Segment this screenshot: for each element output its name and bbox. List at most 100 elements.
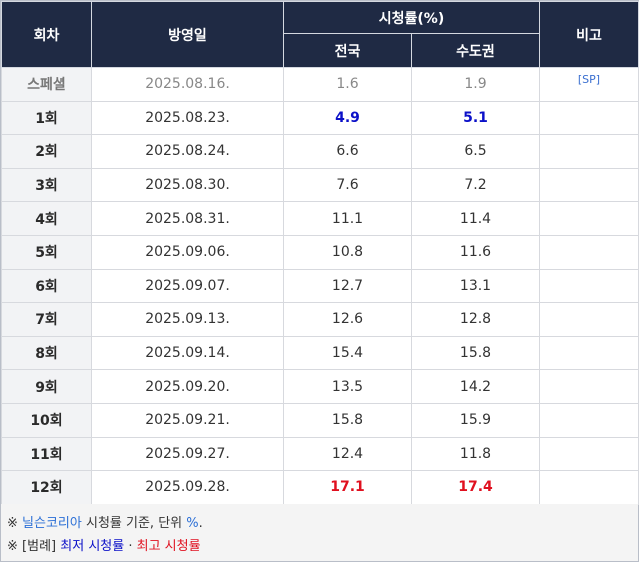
- note-cell: [539, 335, 639, 371]
- air-date-cell: 2025.09.20.: [91, 369, 284, 404]
- legend-label: [범례]: [22, 539, 57, 554]
- nationwide-rating-cell: 13.5: [283, 369, 412, 404]
- nationwide-rating-cell: 11.1: [283, 201, 412, 236]
- table-footer: ※ 닐슨코리아 시청률 기준, 단위 %. ※ [범례] 최저 시청률 · 최고…: [1, 504, 638, 561]
- note-cell: [539, 302, 639, 337]
- capital-rating-cell: 1.9: [411, 67, 540, 102]
- note-cell: [539, 134, 639, 169]
- air-date-cell: 2025.09.06.: [91, 234, 284, 270]
- nationwide-rating-cell: 1.6: [283, 67, 412, 102]
- note-cell: [539, 402, 639, 438]
- special-badge[interactable]: [SP]: [578, 73, 600, 86]
- air-date-cell: 2025.09.07.: [91, 268, 284, 304]
- episode-cell: 9회: [1, 369, 92, 404]
- source-text: 시청률 기준, 단위: [81, 516, 187, 531]
- episode-cell: 3회: [1, 167, 92, 203]
- note-cell: [539, 100, 639, 136]
- table-row: 5회 2025.09.06. 10.8 11.6: [1, 234, 639, 270]
- nationwide-rating-cell: 12.6: [283, 302, 412, 337]
- capital-rating-cell: 15.9: [411, 402, 540, 438]
- capital-rating-cell: 12.8: [411, 302, 540, 337]
- nationwide-rating-cell: 6.6: [283, 134, 412, 169]
- capital-rating-cell: 17.4: [411, 470, 540, 505]
- air-date-cell: 2025.09.28.: [91, 470, 284, 505]
- legend-mark: ※: [7, 539, 18, 554]
- legend-note: ※ [범례] 최저 시청률 · 최고 시청률: [7, 535, 201, 554]
- air-date-cell: 2025.08.30.: [91, 167, 284, 203]
- air-date-cell: 2025.09.13.: [91, 302, 284, 337]
- capital-rating-cell: 11.8: [411, 436, 540, 472]
- episode-cell: 5회: [1, 234, 92, 270]
- air-date-cell: 2025.09.14.: [91, 335, 284, 371]
- capital-rating-cell: 13.1: [411, 268, 540, 304]
- note-cell: [539, 436, 639, 472]
- nationwide-rating-cell: 4.9: [283, 100, 412, 136]
- episode-cell: 12회: [1, 470, 92, 505]
- nationwide-rating-cell: 15.8: [283, 402, 412, 438]
- table-row: 12회 2025.09.28. 17.1 17.4: [1, 470, 639, 505]
- nationwide-rating-cell: 12.4: [283, 436, 412, 472]
- table-row: 스페셜 2025.08.16. 1.6 1.9 [SP]: [1, 67, 639, 102]
- source-note: ※ 닐슨코리아 시청률 기준, 단위 %.: [7, 512, 203, 531]
- ratings-panel: 회차 방영일 시청률(%) 비고 전국 수도권 스페셜 2025.08.16. 1.…: [0, 0, 639, 562]
- air-date-cell: 2025.09.21.: [91, 402, 284, 438]
- unit-end: .: [198, 516, 203, 531]
- nationwide-rating-cell: 10.8: [283, 234, 412, 270]
- legend-separator: ·: [128, 539, 133, 554]
- note-cell: [539, 369, 639, 404]
- note-cell: [539, 167, 639, 203]
- table-row: 7회 2025.09.13. 12.6 12.8: [1, 302, 639, 337]
- episode-cell: 4회: [1, 201, 92, 236]
- air-date-cell: 2025.08.24.: [91, 134, 284, 169]
- header-nationwide: 전국: [283, 33, 412, 68]
- capital-rating-cell: 5.1: [411, 100, 540, 136]
- air-date-cell: 2025.08.23.: [91, 100, 284, 136]
- capital-rating-cell: 6.5: [411, 134, 540, 169]
- episode-cell: 스페셜: [1, 67, 92, 102]
- header-capital: 수도권: [411, 33, 540, 68]
- episode-cell: 6회: [1, 268, 92, 304]
- ratings-table: 회차 방영일 시청률(%) 비고 전국 수도권 스페셜 2025.08.16. 1.…: [1, 1, 639, 505]
- table-row: 6회 2025.09.07. 12.7 13.1: [1, 268, 639, 304]
- note-cell: [539, 470, 639, 505]
- capital-rating-cell: 11.4: [411, 201, 540, 236]
- header-note: 비고: [539, 1, 639, 68]
- header-episode: 회차: [1, 1, 92, 68]
- note-cell: [539, 234, 639, 270]
- note-cell: [SP]: [539, 67, 639, 102]
- nielsen-korea-link[interactable]: 닐슨코리아: [22, 516, 82, 531]
- legend-highest: 최고 시청률: [136, 539, 201, 554]
- header-air-date: 방영일: [91, 1, 284, 68]
- note-cell: [539, 201, 639, 236]
- capital-rating-cell: 11.6: [411, 234, 540, 270]
- nationwide-rating-cell: 12.7: [283, 268, 412, 304]
- episode-cell: 10회: [1, 402, 92, 438]
- table-row: 10회 2025.09.21. 15.8 15.9: [1, 402, 639, 438]
- note-cell: [539, 268, 639, 304]
- nationwide-rating-cell: 17.1: [283, 470, 412, 505]
- table-row: 9회 2025.09.20. 13.5 14.2: [1, 369, 639, 404]
- percent-link[interactable]: %: [186, 516, 198, 531]
- episode-cell: 7회: [1, 302, 92, 337]
- episode-cell: 1회: [1, 100, 92, 136]
- nationwide-rating-cell: 7.6: [283, 167, 412, 203]
- reference-mark: ※: [7, 516, 18, 531]
- header-ratings: 시청률(%): [283, 1, 540, 34]
- capital-rating-cell: 7.2: [411, 167, 540, 203]
- air-date-cell: 2025.09.27.: [91, 436, 284, 472]
- table-row: 11회 2025.09.27. 12.4 11.8: [1, 436, 639, 472]
- table-row: 8회 2025.09.14. 15.4 15.8: [1, 335, 639, 371]
- table-row: 1회 2025.08.23. 4.9 5.1: [1, 100, 639, 136]
- episode-cell: 2회: [1, 134, 92, 169]
- air-date-cell: 2025.08.31.: [91, 201, 284, 236]
- episode-cell: 11회: [1, 436, 92, 472]
- nationwide-rating-cell: 15.4: [283, 335, 412, 371]
- capital-rating-cell: 14.2: [411, 369, 540, 404]
- capital-rating-cell: 15.8: [411, 335, 540, 371]
- episode-cell: 8회: [1, 335, 92, 371]
- air-date-cell: 2025.08.16.: [91, 67, 284, 102]
- table-row: 3회 2025.08.30. 7.6 7.2: [1, 167, 639, 203]
- legend-lowest: 최저 시청률: [60, 539, 125, 554]
- table-row: 4회 2025.08.31. 11.1 11.4: [1, 201, 639, 236]
- table-row: 2회 2025.08.24. 6.6 6.5: [1, 134, 639, 169]
